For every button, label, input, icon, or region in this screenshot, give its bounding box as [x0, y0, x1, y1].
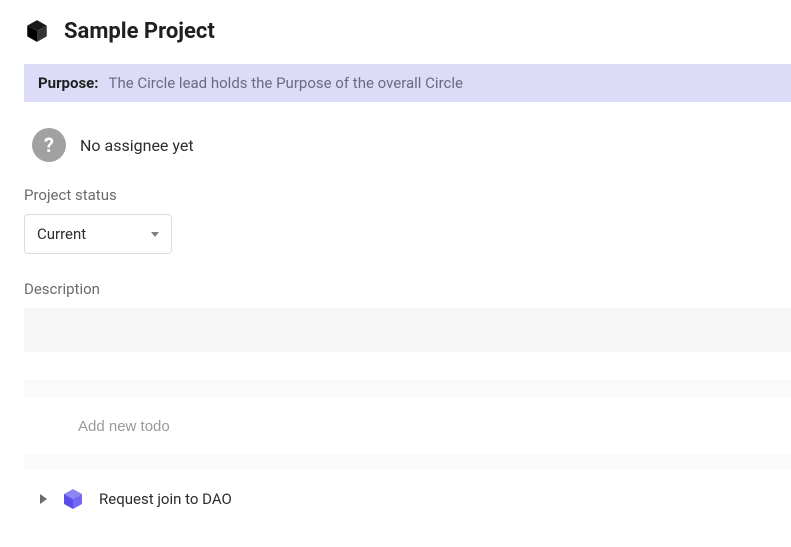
- description-label: Description: [24, 280, 791, 298]
- purpose-text: The Circle lead holds the Purpose of the…: [109, 74, 463, 92]
- page-title-row: Sample Project: [24, 18, 791, 44]
- add-todo-row[interactable]: [24, 398, 791, 454]
- expand-icon[interactable]: [40, 494, 47, 504]
- add-todo-input[interactable]: [78, 418, 791, 435]
- cube-icon: [61, 487, 85, 511]
- page-title: Sample Project: [64, 19, 215, 44]
- cube-icon: [24, 18, 50, 44]
- chevron-down-icon: [151, 232, 159, 237]
- status-label: Project status: [24, 186, 791, 204]
- purpose-banner: Purpose: The Circle lead holds the Purpo…: [24, 64, 791, 102]
- todo-title: Request join to DAO: [99, 490, 232, 508]
- assignee-text: No assignee yet: [80, 136, 194, 155]
- purpose-label: Purpose:: [38, 74, 99, 92]
- todos-section: Request join to DAO: [24, 380, 791, 528]
- status-select[interactable]: Current: [24, 214, 172, 254]
- assignee-row[interactable]: ? No assignee yet: [24, 128, 791, 162]
- status-selected-value: Current: [37, 225, 86, 243]
- avatar-glyph: ?: [44, 133, 54, 157]
- todo-item[interactable]: Request join to DAO: [24, 470, 791, 528]
- question-icon: ?: [32, 128, 66, 162]
- description-input[interactable]: [24, 308, 791, 352]
